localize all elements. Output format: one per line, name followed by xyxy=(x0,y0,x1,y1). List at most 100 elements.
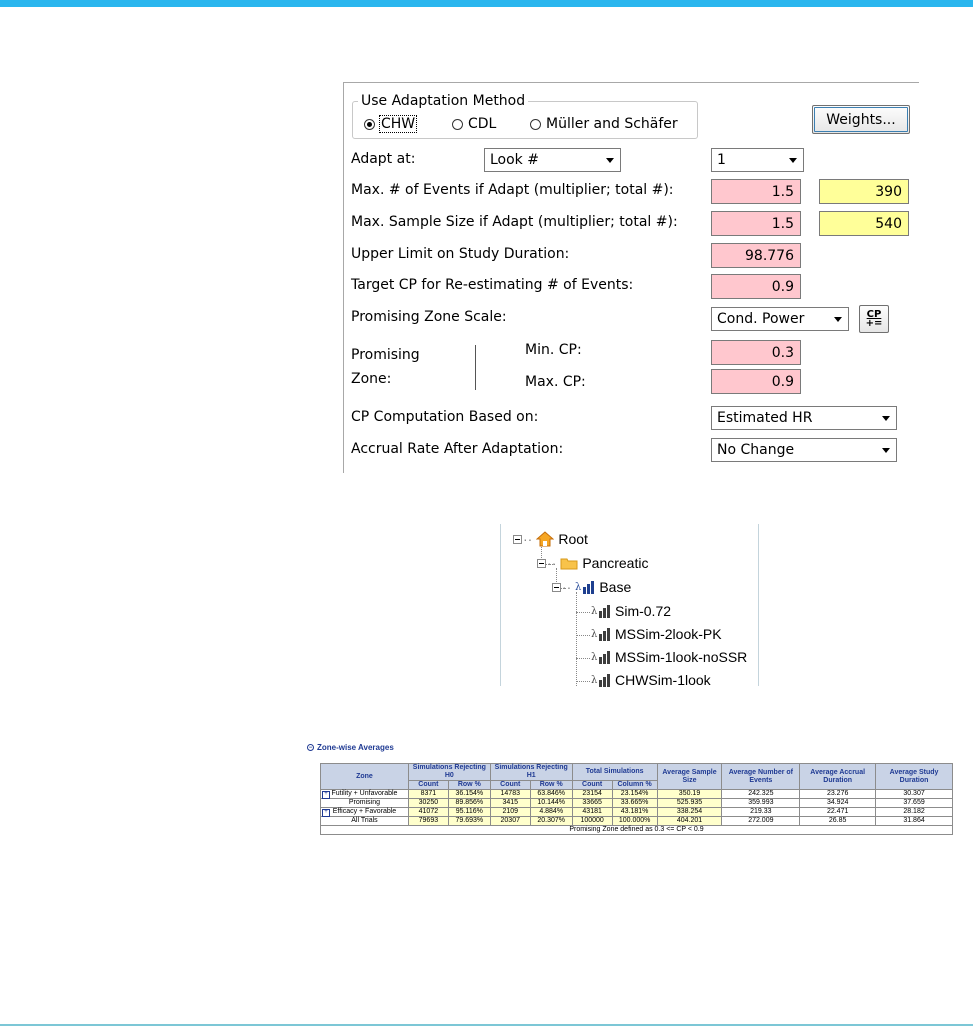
radio-chw-label: CHW xyxy=(378,115,418,133)
zone-wise-averages-table: Zone Simulations Rejecting H0 Simulation… xyxy=(320,763,953,835)
table-row: + Efficacy + Favorable 41072 95.116% 2109… xyxy=(320,807,953,817)
cell: 8371 xyxy=(407,789,449,799)
pz-scale-label: Promising Zone Scale: xyxy=(351,309,507,325)
tree-node-sim[interactable]: λ Sim-0.72 xyxy=(591,603,671,619)
cell: 359.993 xyxy=(721,798,801,808)
table-footer-note: Promising Zone defined as 0.3 <= CP < 0.… xyxy=(320,825,953,835)
cell: 3415 xyxy=(489,798,531,808)
max-cp-field[interactable]: 0.9 xyxy=(711,369,801,394)
design-chart-icon: λ xyxy=(575,581,595,594)
cell: 14783 xyxy=(489,789,531,799)
table-footer-row: Promising Zone defined as 0.3 <= CP < 0.… xyxy=(320,825,953,835)
cell: 272.009 xyxy=(721,816,801,826)
min-cp-field[interactable]: 0.3 xyxy=(711,340,801,365)
folder-icon xyxy=(560,558,578,570)
simulation-chart-icon: λ xyxy=(591,605,610,618)
max-events-label: Max. # of Events if Adapt (multiplier; t… xyxy=(351,182,674,198)
tree-node-sim[interactable]: λ CHWSim-1look xyxy=(591,672,711,688)
cell: 2109 xyxy=(489,807,531,817)
top-accent-bar xyxy=(0,0,973,7)
cell: 79693 xyxy=(407,816,449,826)
cell: 43181 xyxy=(571,807,613,817)
weights-button[interactable]: Weights... xyxy=(812,105,910,134)
tree-node-sim[interactable]: λ MSSim-1look-noSSR xyxy=(591,649,747,665)
zone-wise-averages-header[interactable]: − Zone-wise Averages xyxy=(307,743,394,752)
simulation-chart-icon: λ xyxy=(591,651,610,664)
cell: 43.181% xyxy=(611,807,658,817)
adaptation-method-title: Use Adaptation Method xyxy=(358,93,529,109)
tree-node-sim[interactable]: λ MSSim-2look-PK xyxy=(591,626,722,642)
promising-label: Promising xyxy=(351,347,420,363)
table-row: All Trials 79693 79.693% 20307 20.307% 1… xyxy=(320,816,953,826)
bottom-rule xyxy=(0,1024,973,1026)
cell: 4.884% xyxy=(529,807,573,817)
svg-text:λ: λ xyxy=(591,675,598,686)
upper-limit-label: Upper Limit on Study Duration: xyxy=(351,246,570,262)
max-events-total-field[interactable]: 390 xyxy=(819,179,909,204)
project-tree: ·· Root ·· Pancreatic ·· λ Base λ Sim-0.… xyxy=(500,524,759,688)
cell: 23154 xyxy=(571,789,613,799)
adapt-at-dropdown[interactable]: Look # xyxy=(484,148,621,172)
zone-cell: Promising xyxy=(320,798,409,808)
zone-cell[interactable]: + Efficacy + Favorable xyxy=(320,807,409,817)
upper-limit-field[interactable]: 98.776 xyxy=(711,243,801,268)
home-icon xyxy=(536,531,555,547)
radio-cdl[interactable]: CDL xyxy=(452,116,496,132)
cell: 28.182 xyxy=(875,807,953,817)
collapse-icon[interactable] xyxy=(552,582,561,592)
cell: 95.116% xyxy=(447,807,491,817)
cell: 33665 xyxy=(571,798,613,808)
cp-calculator-button[interactable]: CP += xyxy=(859,305,889,333)
radio-chw[interactable]: CHW xyxy=(364,115,418,133)
col-header-rejecting-h0: Simulations Rejecting H0 xyxy=(407,763,491,781)
cell: 20307 xyxy=(489,816,531,826)
tree-node-root[interactable]: ·· Root xyxy=(513,531,588,547)
cell: 41072 xyxy=(407,807,449,817)
cell: 33.665% xyxy=(611,798,658,808)
radio-muller-schafer[interactable]: Müller and Schäfer xyxy=(530,116,678,132)
tree-node-pancreatic[interactable]: ·· Pancreatic xyxy=(537,555,648,571)
cell: 37.659 xyxy=(875,798,953,808)
col-header-avg-study: Average Study Duration xyxy=(875,763,953,790)
zone-cell: All Trials xyxy=(320,816,409,826)
zone-cell[interactable]: + Futility + Unfavorable xyxy=(320,789,409,799)
cp-computation-dropdown[interactable]: Estimated HR xyxy=(711,406,897,430)
svg-text:λ: λ xyxy=(591,606,598,617)
cell: 350.19 xyxy=(656,789,723,799)
target-cp-field[interactable]: 0.9 xyxy=(711,274,801,299)
target-cp-label: Target CP for Re-estimating # of Events: xyxy=(351,277,634,293)
tree-node-base[interactable]: ·· λ Base xyxy=(552,579,631,595)
subheader-row-pct: Row % xyxy=(447,780,491,790)
adapt-at-label: Adapt at: xyxy=(351,151,416,167)
radio-unselected-icon xyxy=(452,118,463,130)
look-number-dropdown[interactable]: 1 xyxy=(711,148,804,172)
cell: 525.935 xyxy=(656,798,723,808)
cell: 100000 xyxy=(571,816,613,826)
chevron-down-icon xyxy=(882,416,890,421)
cell: 30.307 xyxy=(875,789,953,799)
cell: 23.154% xyxy=(611,789,658,799)
col-header-total-simulations: Total Simulations xyxy=(571,763,658,781)
subheader-column-pct: Column % xyxy=(611,780,658,790)
subheader-count: Count xyxy=(407,780,449,790)
chevron-down-icon xyxy=(606,158,614,163)
cell: 79.693% xyxy=(447,816,491,826)
radio-cdl-label: CDL xyxy=(468,116,497,132)
radio-muller-label: Müller and Schäfer xyxy=(546,116,678,132)
collapse-icon[interactable] xyxy=(513,534,522,544)
pz-scale-dropdown[interactable]: Cond. Power xyxy=(711,307,849,331)
max-cp-label: Max. CP: xyxy=(525,374,586,390)
cell: 219.33 xyxy=(721,807,801,817)
cell: 89.856% xyxy=(447,798,491,808)
accrual-rate-dropdown[interactable]: No Change xyxy=(711,438,897,462)
simulation-chart-icon: λ xyxy=(591,628,610,641)
subheader-row-pct: Row % xyxy=(529,780,573,790)
max-sample-total-field[interactable]: 540 xyxy=(819,211,909,236)
collapse-circle-icon[interactable]: − xyxy=(307,744,314,751)
collapse-icon[interactable] xyxy=(537,558,546,568)
radio-selected-icon xyxy=(364,118,375,130)
table-row: + Futility + Unfavorable 8371 36.154% 147… xyxy=(320,789,953,799)
max-sample-multiplier-field[interactable]: 1.5 xyxy=(711,211,801,236)
max-events-multiplier-field[interactable]: 1.5 xyxy=(711,179,801,204)
col-header-zone: Zone xyxy=(320,763,409,790)
